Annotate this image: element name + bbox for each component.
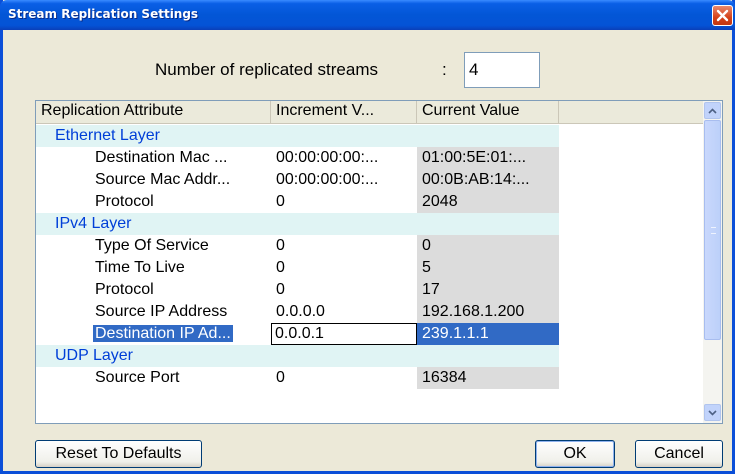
scroll-thumb[interactable] [704,120,721,340]
attribute-cell: Type Of Service [36,235,271,257]
table-row[interactable]: Source Port 0 16384 [36,367,704,389]
attribute-cell: UDP Layer [36,345,271,367]
attribute-cell: Ethernet Layer [36,125,271,147]
empty-cell [559,323,704,345]
current-value-cell: 5 [417,257,559,279]
chevron-up-icon [708,107,717,114]
table-row[interactable]: Protocol 0 17 [36,279,704,301]
table-row[interactable]: Source Mac Addr... 00:00:00:00:... 00:0B:A… [36,169,704,191]
attribute-cell: Destination IP Ad... [36,323,271,345]
empty-cell [559,345,704,367]
increment-cell[interactable]: 0 [271,367,417,389]
current-value-cell: 239.1.1.1 [417,323,559,345]
current-value-cell: 0 [417,235,559,257]
streams-count-colon: : [442,60,447,79]
empty-cell [559,191,704,213]
layer-group-row[interactable]: Ethernet Layer [36,125,704,147]
increment-cell[interactable]: 0 [271,279,417,301]
reset-to-defaults-button[interactable]: Reset To Defaults [35,440,202,468]
increment-cell[interactable]: 0 [271,235,417,257]
column-header-empty [559,101,704,124]
empty-cell [559,235,704,257]
layer-group-row[interactable]: UDP Layer [36,345,704,367]
replication-attributes-table[interactable]: Replication Attribute Increment V... Cur… [35,100,723,424]
attribute-label: Destination IP Ad... [93,325,233,342]
increment-cell[interactable] [271,345,417,367]
current-value-cell: 192.168.1.200 [417,301,559,323]
column-header-attribute[interactable]: Replication Attribute [36,101,271,124]
increment-cell[interactable]: 0 [271,257,417,279]
table-row[interactable]: Type Of Service 0 0 [36,235,704,257]
increment-cell[interactable]: 00:00:00:00:... [271,169,417,191]
current-value-cell: 17 [417,279,559,301]
streams-count-input[interactable]: 4 [464,52,540,88]
empty-cell [559,213,704,235]
table-row[interactable]: Destination IP Ad... 0.0.0.1 239.1.1.1 [36,323,704,345]
scroll-up-button[interactable] [704,102,721,119]
increment-cell[interactable]: 00:00:00:00:... [271,147,417,169]
empty-cell [559,147,704,169]
increment-cell[interactable] [271,125,417,147]
increment-cell[interactable]: 0 [271,191,417,213]
close-icon [716,9,729,22]
empty-cell [559,125,704,147]
empty-cell [559,367,704,389]
grip-icon [711,227,716,234]
attribute-cell: Source IP Address [36,301,271,323]
close-button[interactable] [712,5,733,26]
title-bar[interactable]: Stream Replication Settings [0,0,735,30]
ok-button[interactable]: OK [535,440,615,468]
attribute-cell: IPv4 Layer [36,213,271,235]
table-row[interactable]: Destination Mac ... 00:00:00:00:... 01:00:… [36,147,704,169]
vertical-scrollbar[interactable] [703,101,722,423]
layer-group-row[interactable]: IPv4 Layer [36,213,704,235]
scroll-down-button[interactable] [704,404,721,421]
column-header-increment[interactable]: Increment V... [271,101,417,124]
increment-edit-field[interactable]: 0.0.0.1 [271,323,417,345]
attribute-cell: Source Port [36,367,271,389]
table-row[interactable]: Time To Live 0 5 [36,257,704,279]
stream-replication-dialog: Stream Replication Settings Number of re… [0,0,735,474]
attribute-cell: Time To Live [36,257,271,279]
attribute-cell: Source Mac Addr... [36,169,271,191]
window-title: Stream Replication Settings [8,7,199,21]
increment-cell[interactable]: 0.0.0.0 [271,301,417,323]
streams-count-label: Number of replicated streams [155,60,378,79]
cancel-button[interactable]: Cancel [635,440,723,468]
table-row[interactable]: Protocol 0 2048 [36,191,704,213]
empty-cell [559,279,704,301]
current-value-cell [417,125,559,147]
current-value-cell [417,213,559,235]
column-header-current[interactable]: Current Value [417,101,559,124]
current-value-cell: 01:00:5E:01:... [417,147,559,169]
table-row[interactable]: Source IP Address 0.0.0.0 192.168.1.200 [36,301,704,323]
current-value-cell: 2048 [417,191,559,213]
current-value-cell: 16384 [417,367,559,389]
chevron-down-icon [708,409,717,416]
empty-cell [559,301,704,323]
empty-cell [559,169,704,191]
current-value-cell [417,345,559,367]
attribute-cell: Protocol [36,191,271,213]
current-value-cell: 00:0B:AB:14:... [417,169,559,191]
increment-cell[interactable] [271,213,417,235]
attribute-cell: Protocol [36,279,271,301]
empty-cell [559,257,704,279]
attribute-cell: Destination Mac ... [36,147,271,169]
